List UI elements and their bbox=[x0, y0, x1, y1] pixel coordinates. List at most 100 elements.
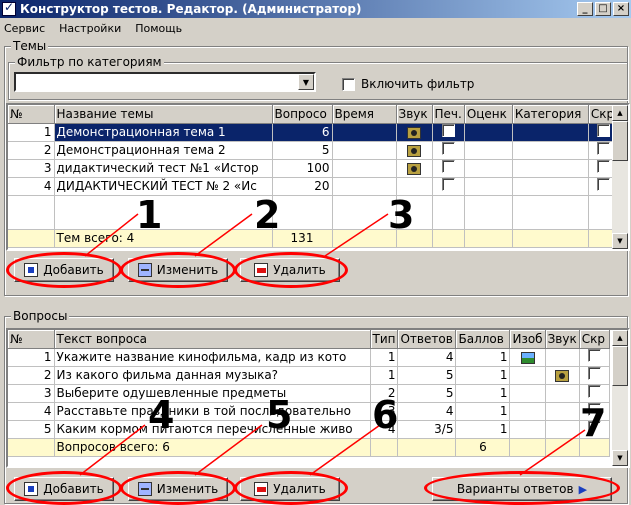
row-number: 3 bbox=[8, 159, 55, 178]
table-row[interactable]: 2 Из какого фильма данная музыка? 1 5 1 bbox=[8, 366, 610, 385]
print-checkbox[interactable] bbox=[441, 142, 455, 155]
question-text[interactable]: Каким кормом питаются перечисленные живо bbox=[54, 420, 371, 439]
col-print[interactable]: Печ. bbox=[432, 105, 465, 124]
questions-footer-row: Вопросов всего: 6 6 bbox=[8, 438, 610, 457]
topics-table: № Название темы Вопросо Время Звук Печ. … bbox=[6, 103, 630, 251]
minimize-button[interactable]: _ bbox=[577, 2, 593, 16]
question-answers: 5 bbox=[397, 384, 457, 403]
topics-scrollbar[interactable]: ▲ ▼ bbox=[612, 105, 628, 249]
delete-question-label: Удалить bbox=[273, 482, 326, 496]
edit-topic-button[interactable]: Изменить bbox=[128, 258, 228, 282]
table-row[interactable]: 4 Расставьте праздники в той последовате… bbox=[8, 402, 610, 421]
image-icon bbox=[520, 351, 535, 364]
col-image[interactable]: Изоб bbox=[509, 330, 546, 349]
col-points[interactable]: Баллов bbox=[455, 330, 511, 349]
col-question-text[interactable]: Текст вопроса bbox=[54, 330, 371, 349]
table-row[interactable]: 5 Каким кормом питаются перечисленные жи… bbox=[8, 420, 610, 439]
hidden-checkbox[interactable] bbox=[596, 160, 610, 173]
col-questions[interactable]: Вопросо bbox=[272, 105, 333, 124]
topics-total-label: Тем всего: 4 bbox=[54, 229, 273, 248]
topics-header-row: № Название темы Вопросо Время Звук Печ. … bbox=[8, 105, 619, 124]
question-text[interactable]: Из какого фильма данная музыка? bbox=[54, 366, 371, 385]
table-row[interactable]: 4 ДИДАКТИЧЕСКИЙ ТЕСТ № 2 «Ис 20 bbox=[8, 177, 619, 196]
annotation-number-5: 5 bbox=[266, 393, 293, 437]
enable-filter-check[interactable] bbox=[342, 77, 355, 91]
enable-filter-checkbox[interactable]: Включить фильтр bbox=[342, 77, 474, 91]
col-number[interactable]: № bbox=[8, 330, 55, 349]
topic-name[interactable]: Демонстрационная тема 2 bbox=[54, 141, 273, 160]
hidden-checkbox[interactable] bbox=[587, 385, 601, 398]
edit-question-button[interactable]: Изменить bbox=[128, 477, 228, 501]
close-button[interactable]: × bbox=[613, 2, 629, 16]
questions-total-label: Вопросов всего: 6 bbox=[54, 438, 371, 457]
table-row[interactable]: 3 Выберите одушевленные предметы 2 5 1 bbox=[8, 384, 610, 403]
col-sound[interactable]: Звук bbox=[396, 105, 433, 124]
topic-name[interactable]: Демонстрационная тема 1 bbox=[54, 123, 273, 142]
table-row[interactable]: 3 дидактический тест №1 «Истор 100 bbox=[8, 159, 619, 178]
questions-scrollbar[interactable]: ▲ ▼ bbox=[612, 330, 628, 466]
delete-topic-button[interactable]: Удалить bbox=[240, 258, 340, 282]
edit-icon bbox=[137, 482, 152, 496]
menu-help[interactable]: Помощь bbox=[135, 22, 182, 35]
chevron-down-icon[interactable]: ▼ bbox=[298, 74, 314, 90]
topics-footer-row: Тем всего: 4 131 bbox=[8, 229, 619, 248]
col-time[interactable]: Время bbox=[332, 105, 397, 124]
row-number: 1 bbox=[8, 123, 55, 142]
col-hidden[interactable]: Скр bbox=[579, 330, 610, 349]
hidden-checkbox[interactable] bbox=[596, 142, 610, 155]
edit-topic-label: Изменить bbox=[156, 263, 219, 277]
answer-variants-button[interactable]: Варианты ответов ▶ bbox=[432, 477, 612, 501]
col-answers[interactable]: Ответов bbox=[397, 330, 457, 349]
hidden-checkbox[interactable] bbox=[587, 349, 601, 362]
question-text[interactable]: Укажите название кинофильма, кадр из кот… bbox=[54, 348, 371, 367]
enable-filter-label: Включить фильтр bbox=[361, 77, 475, 91]
topic-name[interactable]: ДИДАКТИЧЕСКИЙ ТЕСТ № 2 «Ис bbox=[54, 177, 273, 196]
table-row[interactable]: 2 Демонстрационная тема 2 5 bbox=[8, 141, 619, 160]
scroll-thumb[interactable] bbox=[612, 346, 628, 386]
table-row[interactable]: 1 Укажите название кинофильма, кадр из к… bbox=[8, 348, 610, 367]
hidden-checkbox[interactable] bbox=[596, 178, 610, 191]
hidden-checkbox[interactable] bbox=[596, 124, 610, 137]
delete-topic-label: Удалить bbox=[273, 263, 326, 277]
topic-name[interactable]: дидактический тест №1 «Истор bbox=[54, 159, 273, 178]
question-points: 1 bbox=[455, 366, 511, 385]
questions-group-label: Вопросы bbox=[11, 309, 70, 323]
question-text[interactable]: Расставьте праздники в той последователь… bbox=[54, 402, 371, 421]
delete-question-button[interactable]: Удалить bbox=[240, 477, 340, 501]
topic-time bbox=[332, 141, 397, 160]
col-type[interactable]: Тип bbox=[370, 330, 399, 349]
col-category[interactable]: Категория bbox=[512, 105, 589, 124]
col-sound[interactable]: Звук bbox=[545, 330, 580, 349]
row-number: 3 bbox=[8, 384, 55, 403]
col-topic-name[interactable]: Название темы bbox=[54, 105, 273, 124]
add-question-button[interactable]: Добавить bbox=[14, 477, 114, 501]
questions-total-points: 6 bbox=[455, 438, 511, 457]
category-filter-combo[interactable]: ▼ bbox=[14, 72, 316, 92]
question-text[interactable]: Выберите одушевленные предметы bbox=[54, 384, 371, 403]
row-number: 1 bbox=[8, 348, 55, 367]
edit-question-label: Изменить bbox=[156, 482, 219, 496]
menu-settings[interactable]: Настройки bbox=[59, 22, 121, 35]
col-grade[interactable]: Оценк bbox=[464, 105, 513, 124]
row-number: 4 bbox=[8, 402, 55, 421]
question-answers: 5 bbox=[397, 366, 457, 385]
table-row[interactable]: 1 Демонстрационная тема 1 6 bbox=[8, 123, 619, 142]
add-topic-button[interactable]: Добавить bbox=[14, 258, 114, 282]
topic-questions: 100 bbox=[272, 159, 333, 178]
scroll-up-icon[interactable]: ▲ bbox=[612, 330, 628, 346]
col-number[interactable]: № bbox=[8, 105, 55, 124]
scroll-down-icon[interactable]: ▼ bbox=[612, 233, 628, 249]
delete-icon bbox=[254, 482, 269, 496]
menu-service[interactable]: Сервис bbox=[4, 22, 45, 35]
add-icon bbox=[24, 263, 39, 277]
scroll-up-icon[interactable]: ▲ bbox=[612, 105, 628, 121]
print-checkbox[interactable] bbox=[441, 124, 455, 137]
annotation-number-2: 2 bbox=[254, 193, 281, 237]
menu-bar: Сервис Настройки Помощь bbox=[0, 18, 631, 38]
maximize-button[interactable]: □ bbox=[595, 2, 611, 16]
scroll-down-icon[interactable]: ▼ bbox=[612, 450, 628, 466]
print-checkbox[interactable] bbox=[441, 160, 455, 173]
hidden-checkbox[interactable] bbox=[587, 367, 601, 380]
scroll-thumb[interactable] bbox=[612, 121, 628, 161]
print-checkbox[interactable] bbox=[441, 178, 455, 191]
